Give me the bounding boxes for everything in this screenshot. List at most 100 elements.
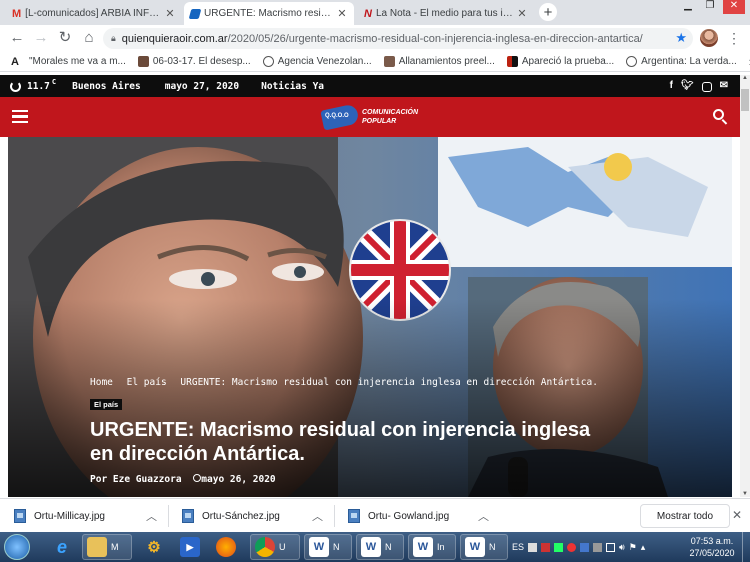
- chevron-up-icon[interactable]: ︿: [146, 508, 157, 524]
- taskbar-label: In: [437, 542, 445, 552]
- taskbar-item-word[interactable]: W In: [408, 534, 456, 560]
- flag-icon[interactable]: ⚑: [629, 542, 637, 553]
- clock[interactable]: 07:53 a.m. 27/05/2020: [684, 535, 740, 559]
- bookmark-item[interactable]: Argentina: La verda...: [626, 56, 737, 67]
- taskbar-item-media[interactable]: ▶: [176, 534, 202, 560]
- bookmark-item[interactable]: Apareció la prueba...: [506, 56, 614, 67]
- mail-icon[interactable]: ✉: [720, 80, 728, 92]
- scroll-up-icon[interactable]: ▲: [740, 75, 750, 81]
- site-logo[interactable]: Q.Q.O.O COMUNICACIÓN POPULAR: [320, 103, 422, 131]
- tab-title: URGENTE: Macrismo residual con: [204, 8, 336, 19]
- taskbar-item-folder[interactable]: M: [82, 534, 132, 560]
- scroll-thumb[interactable]: [741, 89, 749, 111]
- divider: [334, 505, 335, 527]
- instagram-icon[interactable]: [701, 82, 712, 92]
- close-icon[interactable]: ✕: [164, 7, 176, 20]
- back-icon[interactable]: ←: [8, 29, 26, 47]
- profile-avatar[interactable]: [700, 29, 718, 47]
- address-bar[interactable]: 🔒︎ quienquieraoir.com.ar/2020/05/26/urge…: [103, 28, 693, 49]
- taskbar-item-firefox[interactable]: [212, 534, 238, 560]
- tray-icon[interactable]: [554, 542, 564, 552]
- weather-icon: [10, 80, 21, 92]
- show-desktop-button[interactable]: [742, 532, 750, 562]
- breadcrumb-home[interactable]: Home: [90, 377, 113, 388]
- category-badge[interactable]: El país: [90, 399, 123, 410]
- new-tab-button[interactable]: +: [539, 3, 557, 21]
- taskbar-item-word[interactable]: WN: [356, 534, 404, 560]
- tray-icon[interactable]: [593, 542, 603, 552]
- help-icon[interactable]: [541, 542, 551, 552]
- bookmark-item[interactable]: Agencia Venezolan...: [262, 56, 372, 67]
- word-icon: W: [361, 537, 381, 557]
- breadcrumb-category[interactable]: El país: [127, 377, 167, 388]
- menu-dots-icon[interactable]: ⋮: [727, 30, 741, 47]
- bookmark-item[interactable]: 06-03-17. El desesp...: [137, 56, 251, 67]
- twitter-icon[interactable]: 🐦︎: [681, 80, 694, 92]
- image-file-icon: [182, 509, 194, 523]
- facebook-icon[interactable]: f: [670, 80, 673, 92]
- download-item[interactable]: Ortu- Gowland.jpg ︿: [348, 499, 496, 533]
- bookmark-favicon: [137, 56, 149, 67]
- arrow-icon[interactable]: ▴: [641, 542, 646, 553]
- folder-icon: [87, 537, 107, 557]
- lock-icon: 🔒︎: [111, 33, 116, 43]
- window-close-icon[interactable]: ✕: [723, 0, 745, 14]
- minimize-icon[interactable]: ▁: [677, 0, 699, 14]
- temperature: 11.7: [27, 80, 50, 92]
- taskbar-item-chrome[interactable]: U: [250, 534, 300, 560]
- tray-icon[interactable]: [567, 542, 577, 552]
- close-icon[interactable]: ✕: [336, 7, 348, 20]
- download-item[interactable]: Ortu-Sánchez.jpg ︿: [182, 499, 330, 533]
- site-main-nav: Q.Q.O.O COMUNICACIÓN POPULAR: [0, 97, 740, 137]
- bookmark-label: Agencia Venezolan...: [277, 56, 372, 67]
- show-all-downloads-button[interactable]: Mostrar todo: [640, 504, 730, 528]
- bookmark-favicon: [506, 56, 518, 67]
- tab-lanota[interactable]: N La Nota - El medio para tus ideas ✕: [358, 2, 534, 25]
- bookmark-star-icon[interactable]: ★: [675, 30, 687, 46]
- start-button[interactable]: [4, 534, 34, 560]
- download-filename: Ortu-Millicay.jpg: [34, 510, 105, 522]
- apps-icon[interactable]: A: [11, 56, 19, 68]
- author-name[interactable]: Eze Guazzora: [113, 474, 182, 485]
- chevron-up-icon[interactable]: ︿: [312, 508, 323, 524]
- volume-icon[interactable]: 🔊︎: [619, 542, 625, 553]
- taskbar-item-word[interactable]: WN: [460, 534, 508, 560]
- tab-active[interactable]: URGENTE: Macrismo residual con ✕: [184, 2, 354, 25]
- hamburger-menu-icon[interactable]: [12, 110, 28, 123]
- tab-gmail[interactable]: M [L-comunicados] ARBIA INFOR ✕: [6, 2, 182, 25]
- logo-text-2: POPULAR: [362, 118, 397, 125]
- home-icon[interactable]: ⌂: [80, 29, 98, 47]
- keyboard-icon[interactable]: [528, 542, 538, 552]
- taskbar-item-app[interactable]: ⚙: [140, 534, 166, 560]
- clock-time: 07:53 a.m.: [690, 536, 734, 546]
- gears-icon: ⚙: [147, 539, 161, 556]
- author-prefix: Por: [90, 474, 108, 485]
- restore-icon[interactable]: ❐: [699, 0, 721, 14]
- tray-icon[interactable]: [580, 542, 590, 552]
- chevron-up-icon[interactable]: ︿: [478, 508, 489, 524]
- reload-icon[interactable]: ↻: [56, 29, 74, 47]
- bookmark-item[interactable]: "Morales me va a m...: [29, 56, 126, 67]
- news-link[interactable]: Noticias Ya: [261, 81, 324, 92]
- forward-icon[interactable]: →: [32, 29, 50, 47]
- download-item[interactable]: Ortu-Millicay.jpg ︿: [14, 499, 162, 533]
- article-title-line1: URGENTE: Macrismo residual con injerenci…: [90, 419, 591, 441]
- bookmark-item[interactable]: Allanamientos preel...: [383, 56, 495, 67]
- page-scrollbar[interactable]: ▲ ▼: [740, 75, 750, 497]
- ie-taskbar-item[interactable]: e: [48, 534, 74, 560]
- article-title-line2: en dirección Antártica.: [90, 443, 305, 465]
- media-player-icon: ▶: [180, 537, 200, 557]
- close-icon[interactable]: ✕: [516, 7, 528, 20]
- gmail-icon: M: [12, 7, 22, 20]
- language-indicator[interactable]: ES: [512, 542, 524, 552]
- search-icon[interactable]: [713, 109, 728, 125]
- article-hero: Home El país URGENTE: Macrismo residual …: [8, 137, 732, 497]
- scroll-down-icon[interactable]: ▼: [740, 491, 750, 497]
- network-icon[interactable]: [606, 542, 616, 552]
- close-downloads-icon[interactable]: ✕: [732, 508, 742, 522]
- taskbar-item-word[interactable]: WN: [304, 534, 352, 560]
- bookmark-label: "Morales me va a m...: [28, 56, 126, 67]
- bookmark-favicon: [383, 56, 395, 67]
- download-filename: Ortu-Sánchez.jpg: [202, 510, 280, 522]
- post-date: mayo 26, 2020: [201, 474, 276, 485]
